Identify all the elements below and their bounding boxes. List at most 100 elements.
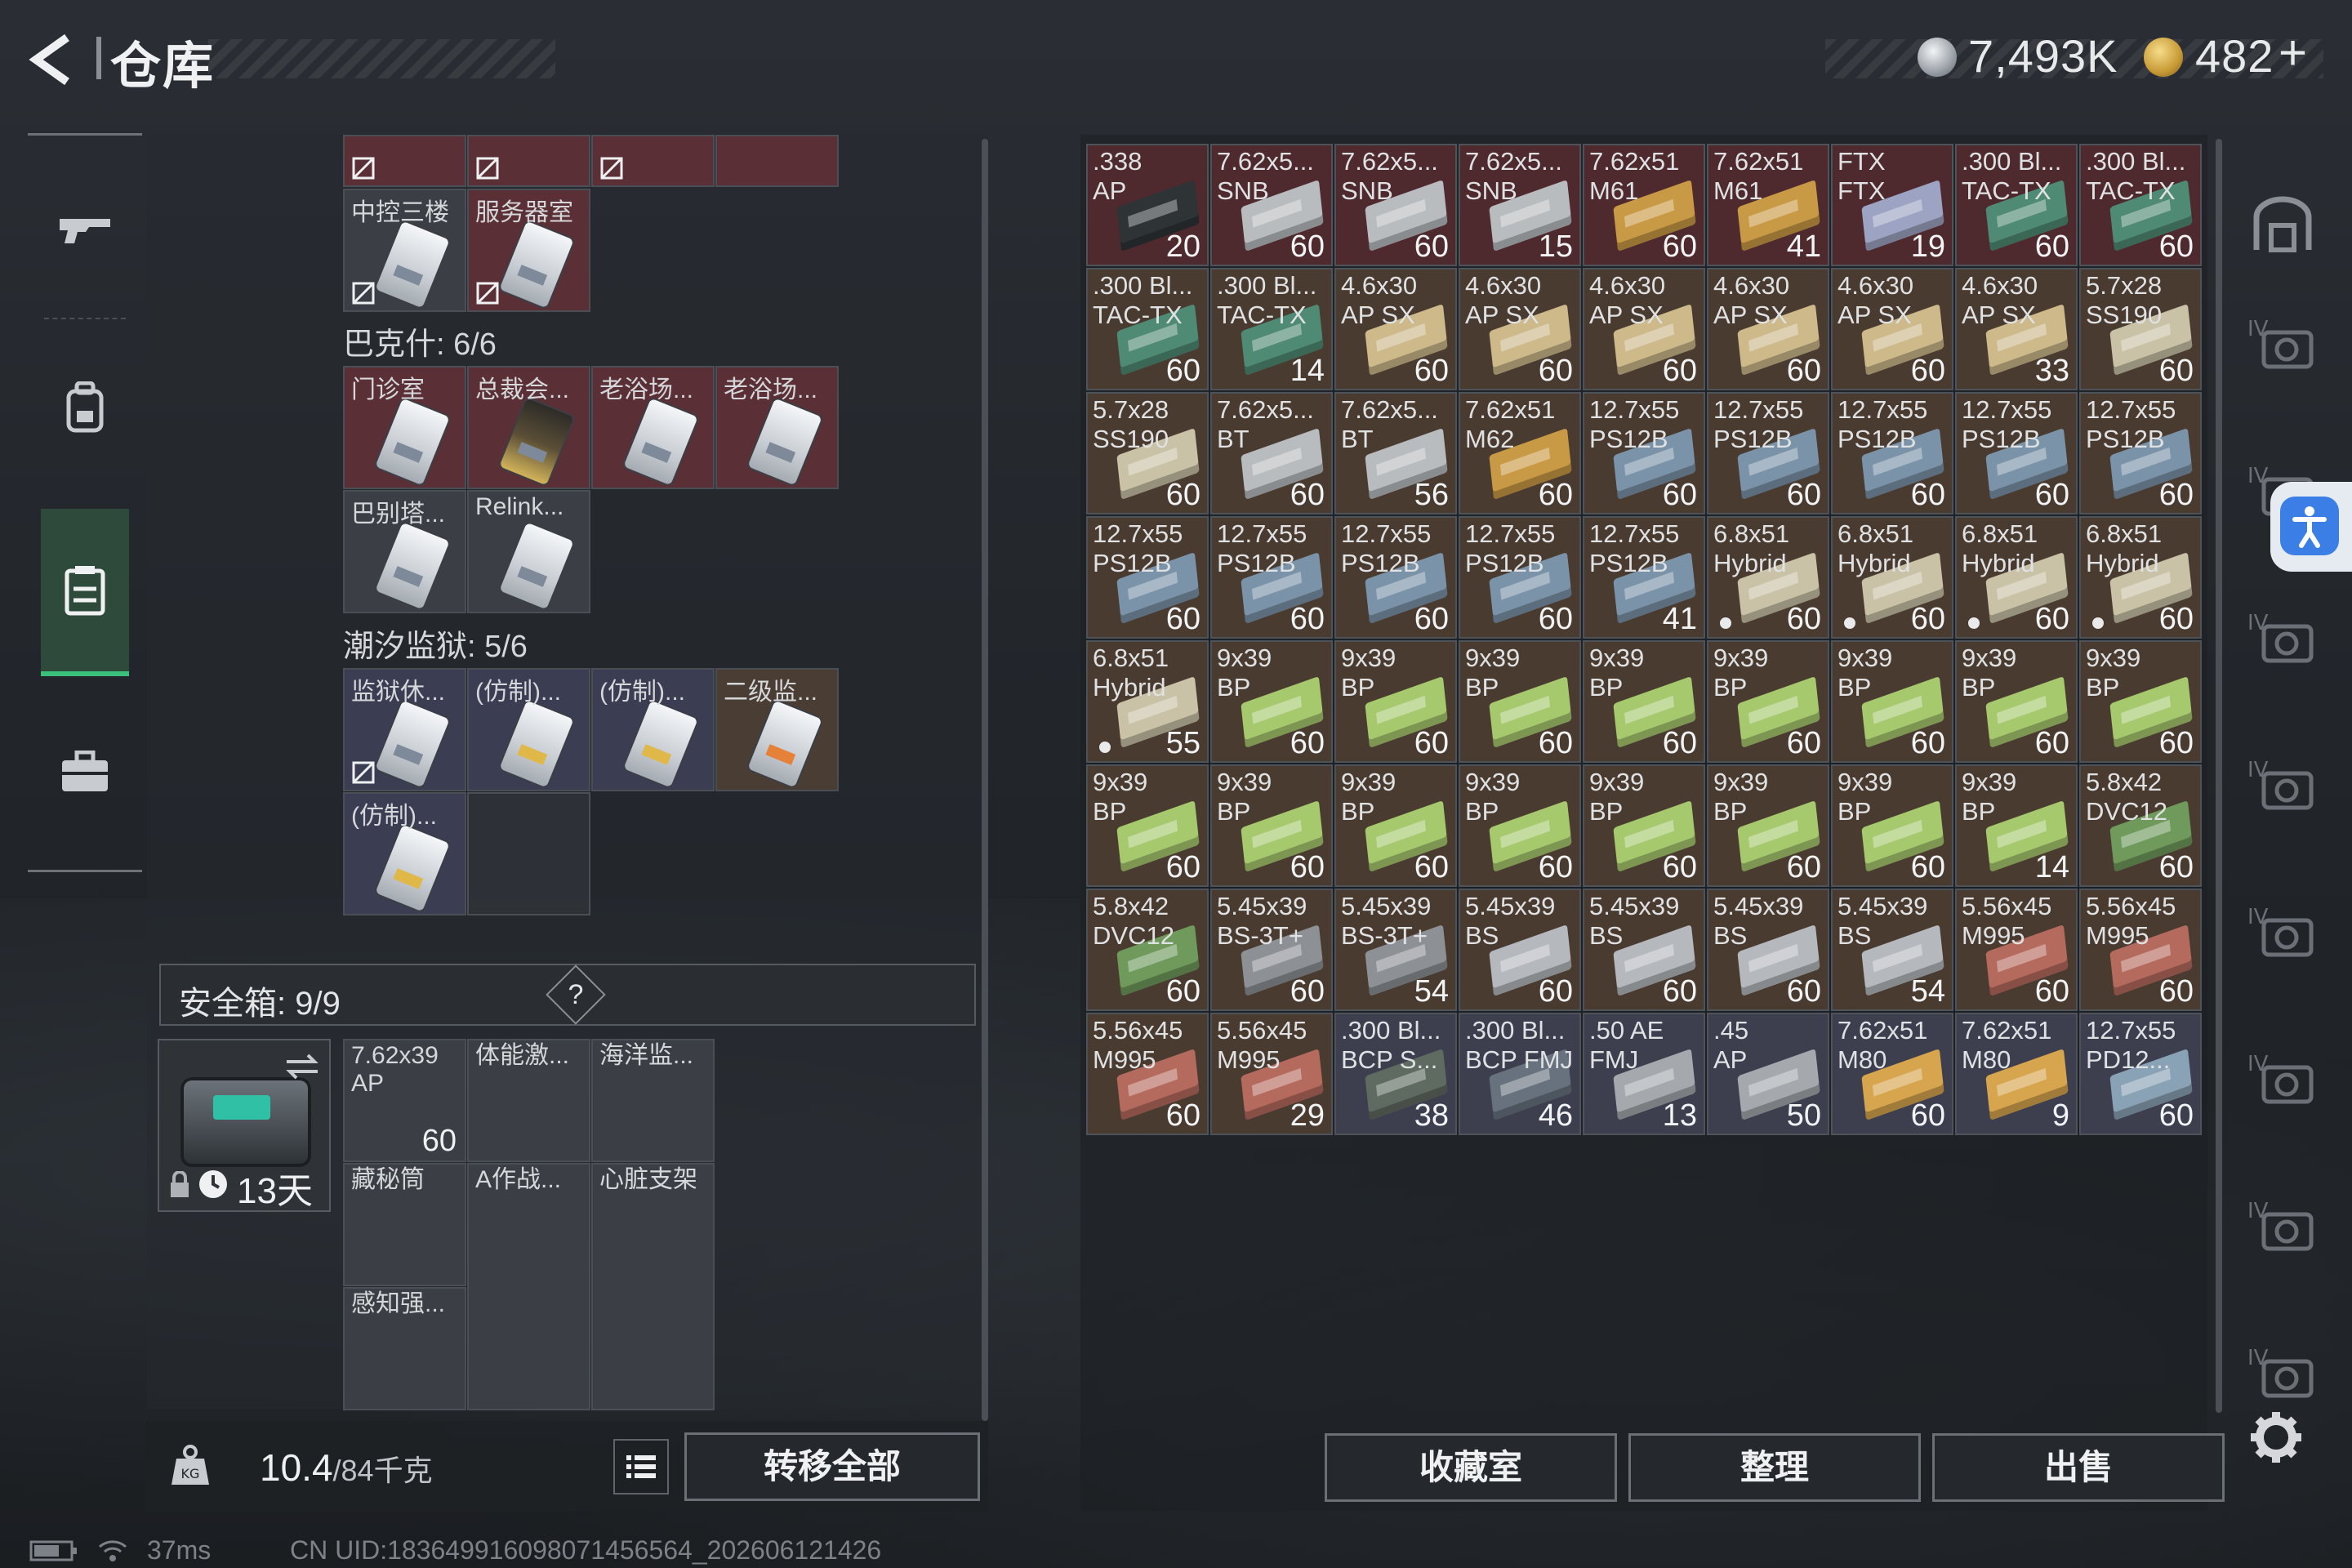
nav-backpack[interactable] xyxy=(41,363,129,452)
ammo-item[interactable]: 7.62x51 M61 60 xyxy=(1583,144,1705,266)
ammo-item[interactable]: 6.8x51 Hybrid 60 xyxy=(1831,516,1953,639)
ammo-item[interactable]: 12.7x55 PD12... 60 xyxy=(2079,1013,2202,1135)
safebox-item[interactable]: A作战... xyxy=(467,1163,590,1410)
ammo-item[interactable]: .338 AP 20 xyxy=(1086,144,1209,266)
ammo-item[interactable]: .300 Bl... BCP FMJ 46 xyxy=(1459,1013,1581,1135)
ammo-item[interactable]: .300 Bl... BCP S... 38 xyxy=(1334,1013,1457,1135)
tab-locker[interactable] xyxy=(2246,188,2319,261)
safebox-item[interactable]: 感知强... xyxy=(343,1287,466,1410)
safebox-item[interactable]: 心脏支架 xyxy=(591,1163,715,1410)
ammo-item[interactable]: 7.62x5... SNB 15 xyxy=(1459,144,1581,266)
safebox-container[interactable]: 13天 xyxy=(158,1039,331,1212)
ammo-item[interactable]: 5.8x42 DVC12 60 xyxy=(1086,889,1209,1011)
ammo-item[interactable]: FTX FTX 19 xyxy=(1831,144,1953,266)
list-view-button[interactable] xyxy=(613,1439,669,1494)
ammo-item[interactable]: 7.62x5... SNB 60 xyxy=(1210,144,1333,266)
ammo-item[interactable]: 6.8x51 Hybrid 55 xyxy=(1086,640,1209,763)
ammo-item[interactable]: 12.7x55 PS12B 60 xyxy=(1086,516,1209,639)
help-button[interactable]: ? xyxy=(546,964,606,1025)
nav-stash[interactable] xyxy=(41,509,129,676)
stash-item[interactable]: 门诊室 xyxy=(343,366,466,489)
ammo-item[interactable]: 9x39 BP 60 xyxy=(1210,764,1333,887)
ammo-item[interactable]: 9x39 BP 60 xyxy=(1334,764,1457,887)
ammo-item[interactable]: 5.45x39 BS-3T+ 54 xyxy=(1334,889,1457,1011)
nav-weapons[interactable] xyxy=(41,184,129,272)
ammo-item[interactable]: .300 Bl... TAC-TX 60 xyxy=(2079,144,2202,266)
ammo-item[interactable]: 5.56x45 M995 60 xyxy=(1955,889,2078,1011)
ammo-item[interactable]: 7.62x5... BT 60 xyxy=(1210,392,1333,514)
ammo-item[interactable]: 12.7x55 PS12B 60 xyxy=(1334,516,1457,639)
ammo-item[interactable]: 5.45x39 BS 60 xyxy=(1707,889,1829,1011)
stash-item-partial[interactable] xyxy=(591,135,715,187)
tab-armor-tier[interactable]: IV xyxy=(2246,310,2319,384)
ammo-item[interactable]: 12.7x55 PS12B 60 xyxy=(1831,392,1953,514)
ammo-item[interactable]: 5.56x45 M995 60 xyxy=(2079,889,2202,1011)
sort-button[interactable]: 整理 xyxy=(1628,1433,1921,1502)
stash-item[interactable]: (仿制)... xyxy=(343,792,466,915)
safebox-item[interactable]: 7.62x39 AP 60 xyxy=(343,1039,466,1162)
ammo-item[interactable]: 9x39 BP 60 xyxy=(1707,640,1829,763)
ammo-item[interactable]: 5.45x39 BS 54 xyxy=(1831,889,1953,1011)
ammo-item[interactable]: 5.45x39 BS-3T+ 60 xyxy=(1210,889,1333,1011)
transfer-all-button[interactable]: 转移全部 xyxy=(684,1432,980,1501)
ammo-item[interactable]: 7.62x51 M80 9 xyxy=(1955,1013,2078,1135)
ammo-item[interactable]: 9x39 BP 60 xyxy=(1583,764,1705,887)
safebox-item[interactable]: 藏秘筒 xyxy=(343,1163,466,1286)
sell-button[interactable]: 出售 xyxy=(1932,1433,2225,1502)
ammo-item[interactable]: 12.7x55 PS12B 60 xyxy=(1955,392,2078,514)
ammo-item[interactable]: 9x39 BP 60 xyxy=(1459,640,1581,763)
add-currency-button[interactable]: + xyxy=(2278,24,2307,81)
ammo-item[interactable]: 4.6x30 AP SX 60 xyxy=(1831,268,1953,390)
tab-armor-tier[interactable]: IV xyxy=(2246,1045,2319,1119)
stash-item-partial[interactable] xyxy=(467,135,590,187)
stash-item[interactable]: (仿制)... xyxy=(591,668,715,791)
ammo-item[interactable]: 6.8x51 Hybrid 60 xyxy=(1707,516,1829,639)
ammo-item[interactable]: 7.62x5... SNB 60 xyxy=(1334,144,1457,266)
ammo-item[interactable]: 4.6x30 AP SX 60 xyxy=(1583,268,1705,390)
ammo-item[interactable]: 12.7x55 PS12B 60 xyxy=(2079,392,2202,514)
accessibility-button[interactable] xyxy=(2270,482,2352,572)
safebox-item[interactable]: 海洋监... xyxy=(591,1039,715,1162)
ammo-item[interactable]: 6.8x51 Hybrid 60 xyxy=(2079,516,2202,639)
ammo-item[interactable]: 9x39 BP 60 xyxy=(2079,640,2202,763)
ammo-item[interactable]: 5.45x39 BS 60 xyxy=(1583,889,1705,1011)
ammo-item[interactable]: 5.45x39 BS 60 xyxy=(1459,889,1581,1011)
stash-item[interactable]: 二级监... xyxy=(715,668,839,791)
stash-item[interactable]: (仿制)... xyxy=(467,668,590,791)
ammo-item[interactable]: 9x39 BP 60 xyxy=(1707,764,1829,887)
nav-briefcase[interactable] xyxy=(41,728,129,816)
tab-armor-tier[interactable]: IV xyxy=(2246,1192,2319,1266)
ammo-scrollbar[interactable] xyxy=(2216,139,2222,1413)
ammo-item[interactable]: .45 AP 50 xyxy=(1707,1013,1829,1135)
tab-armor-tier[interactable]: IV xyxy=(2246,604,2319,678)
ammo-item[interactable]: 9x39 BP 60 xyxy=(1210,640,1333,763)
ammo-item[interactable]: 9x39 BP 60 xyxy=(1583,640,1705,763)
ammo-item[interactable]: 7.62x51 M61 41 xyxy=(1707,144,1829,266)
ammo-item[interactable]: 9x39 BP 60 xyxy=(1955,640,2078,763)
ammo-item[interactable]: 9x39 BP 60 xyxy=(1831,764,1953,887)
stash-scrollbar[interactable] xyxy=(982,139,988,1421)
ammo-item[interactable]: 4.6x30 AP SX 60 xyxy=(1334,268,1457,390)
ammo-item[interactable]: .300 Bl... TAC-TX 60 xyxy=(1955,144,2078,266)
stash-item[interactable]: 老浴场... xyxy=(591,366,715,489)
tab-armor-tier[interactable]: IV xyxy=(2246,1339,2319,1413)
ammo-item[interactable]: 7.62x51 M62 60 xyxy=(1459,392,1581,514)
ammo-item[interactable]: 9x39 BP 14 xyxy=(1955,764,2078,887)
ammo-item[interactable]: 5.7x28 SS190 60 xyxy=(1086,392,1209,514)
ammo-item[interactable]: 12.7x55 PS12B 60 xyxy=(1210,516,1333,639)
stash-item[interactable]: 服务器室 xyxy=(467,189,590,312)
stash-item[interactable]: 中控三楼 xyxy=(343,189,466,312)
gear-icon[interactable] xyxy=(2247,1409,2305,1466)
ammo-item[interactable]: 12.7x55 PS12B 60 xyxy=(1707,392,1829,514)
ammo-item[interactable]: 5.8x42 DVC12 60 xyxy=(2079,764,2202,887)
back-arrow-icon[interactable] xyxy=(24,31,82,88)
ammo-item[interactable]: 9x39 BP 60 xyxy=(1334,640,1457,763)
ammo-item[interactable]: .300 Bl... TAC-TX 60 xyxy=(1086,268,1209,390)
swap-icon[interactable] xyxy=(282,1050,323,1083)
ammo-item[interactable]: 6.8x51 Hybrid 60 xyxy=(1955,516,2078,639)
ammo-item[interactable]: 5.7x28 SS190 60 xyxy=(2079,268,2202,390)
ammo-item[interactable]: 5.56x45 M995 60 xyxy=(1086,1013,1209,1135)
empty-slot[interactable] xyxy=(467,792,590,915)
stash-item-partial[interactable] xyxy=(715,135,839,187)
stash-item-partial[interactable] xyxy=(343,135,466,187)
